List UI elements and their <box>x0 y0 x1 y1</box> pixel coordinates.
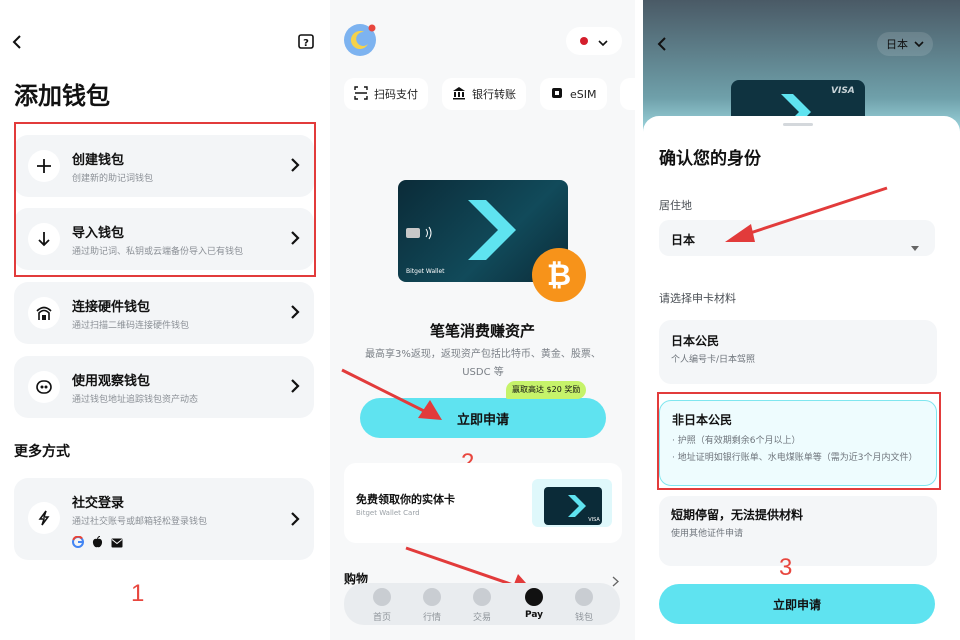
bitcoin-icon: ₿ <box>532 248 586 302</box>
card-title: 连接硬件钱包 <box>72 300 151 315</box>
back-arrow-icon[interactable] <box>657 36 669 55</box>
section-title: 更多方式 <box>14 444 70 460</box>
nav-label: 交易 <box>472 613 491 623</box>
nav-label: 钱包 <box>574 613 593 623</box>
apply-button-label: 立即申请 <box>772 597 821 612</box>
physical-card-banner[interactable]: 免费领取你的实体卡 Bitget Wallet Card VISA <box>344 463 622 543</box>
visa-logo: VISA <box>831 86 855 96</box>
chip-bank-transfer[interactable]: 银行转账 <box>442 78 526 110</box>
nav-trade[interactable]: 交易 <box>462 588 502 623</box>
headline: 笔笔消费赚资产 <box>429 322 535 340</box>
chevron-right-icon <box>290 378 300 398</box>
card-subtitle: 通过社交账号或邮箱轻松登录钱包 <box>72 517 208 527</box>
svg-text:VISA: VISA <box>588 517 600 523</box>
banner-title: 免费领取你的实体卡 <box>356 493 455 506</box>
banner-subtitle: Bitget Wallet Card <box>356 509 420 517</box>
reward-badge: 赢取高达 $20 奖励 <box>506 381 587 399</box>
chevron-down-icon <box>914 38 924 51</box>
step-annotation: 1 <box>131 580 145 607</box>
page-title: 添加钱包 <box>14 82 110 110</box>
nav-label: 行情 <box>422 613 441 623</box>
help-icon[interactable]: ? <box>296 32 316 52</box>
pay-icon <box>525 588 543 606</box>
social-login-card[interactable]: 社交登录 通过社交账号或邮箱轻松登录钱包 <box>14 478 314 560</box>
pay-screen: 扫码支付 银行转账 eSIM Bitget Wallet ₿ 笔笔消费赚资产 最… <box>330 0 635 640</box>
chevron-right-icon <box>290 304 300 324</box>
add-wallet-screen: ? 添加钱包 创建钱包 创建新的助记词钱包 导入钱包 通过助记词、私钥或云端备份… <box>0 0 330 640</box>
card-title: 社交登录 <box>72 496 125 511</box>
svg-text:?: ? <box>303 38 309 49</box>
chevron-down-icon <box>598 32 608 51</box>
identity-screen: VISA 日本 确认您的身份 居住地 日本 请选择申卡材料 日本公民 个人编号卡… <box>643 0 960 640</box>
card-subtitle: 通过扫描二维码连接硬件钱包 <box>72 321 190 331</box>
country-selector-label: 日本 <box>886 38 908 51</box>
sheet-title: 确认您的身份 <box>659 149 761 169</box>
card-brand: Bitget Wallet <box>406 268 445 275</box>
chevron-right-icon <box>290 511 300 531</box>
mail-icon <box>111 533 123 552</box>
watch-wallet-card[interactable]: 使用观察钱包 通过钱包地址追踪钱包资产动态 <box>14 356 314 418</box>
back-arrow-icon[interactable] <box>8 32 28 52</box>
chip-scan-pay[interactable]: 扫码支付 <box>344 78 428 110</box>
red-arrow-icon <box>341 368 442 420</box>
caret-down-icon <box>911 236 919 255</box>
home-icon <box>373 588 391 606</box>
option-line: 个人编号卡/日本驾照 <box>671 355 756 365</box>
red-arrow-icon <box>725 186 888 242</box>
nav-label: Pay <box>524 610 544 620</box>
apple-icon <box>92 533 103 552</box>
country-selector[interactable]: 日本 <box>877 32 933 56</box>
lightning-icon <box>28 502 60 534</box>
chip-label: 银行转账 <box>472 88 516 101</box>
chip-esim[interactable]: eSIM <box>540 78 607 110</box>
hardware-wallet-icon <box>28 297 60 329</box>
option-short-stay[interactable]: 短期停留，无法提供材料 使用其他证件申请 <box>659 496 937 566</box>
chip-overflow <box>620 78 635 110</box>
sheet-handle[interactable] <box>783 123 813 126</box>
hardware-wallet-card[interactable]: 连接硬件钱包 通过扫描二维码连接硬件钱包 <box>14 282 314 344</box>
chip-label: 扫码支付 <box>374 88 418 101</box>
region-selector[interactable] <box>566 27 622 55</box>
residence-label: 居住地 <box>659 199 692 212</box>
japan-flag-icon <box>580 37 588 45</box>
nav-wallet[interactable]: 钱包 <box>564 588 604 623</box>
option-title: 日本公民 <box>671 334 720 348</box>
banner-card-image: VISA <box>544 487 602 525</box>
scan-icon <box>354 85 368 103</box>
chip-label: eSIM <box>570 87 597 101</box>
eye-icon <box>28 371 60 403</box>
chart-icon <box>423 588 441 606</box>
card-title: 使用观察钱包 <box>72 374 151 389</box>
avatar[interactable] <box>344 24 376 56</box>
apply-button[interactable]: 立即申请 <box>659 584 935 624</box>
wallet-icon <box>575 588 593 606</box>
option-japanese-citizen[interactable]: 日本公民 个人编号卡/日本驾照 <box>659 320 937 384</box>
apply-button-label: 立即申请 <box>456 412 509 428</box>
card-subtitle: 通过钱包地址追踪钱包资产动态 <box>72 395 199 405</box>
bank-icon <box>452 86 466 103</box>
option-line: 使用其他证件申请 <box>671 529 744 539</box>
materials-label: 请选择申卡材料 <box>659 292 736 305</box>
highlight-box <box>14 122 316 277</box>
residence-value: 日本 <box>671 233 696 247</box>
google-icon <box>72 533 84 552</box>
nav-home[interactable]: 首页 <box>362 588 402 623</box>
nav-market[interactable]: 行情 <box>412 588 452 623</box>
nav-pay[interactable]: Pay <box>514 588 554 620</box>
esim-icon <box>550 86 564 103</box>
nav-label: 首页 <box>372 613 391 623</box>
highlight-box <box>657 392 941 490</box>
step-annotation: 3 <box>779 554 793 581</box>
trade-icon <box>473 588 491 606</box>
option-title: 短期停留，无法提供材料 <box>671 508 804 522</box>
